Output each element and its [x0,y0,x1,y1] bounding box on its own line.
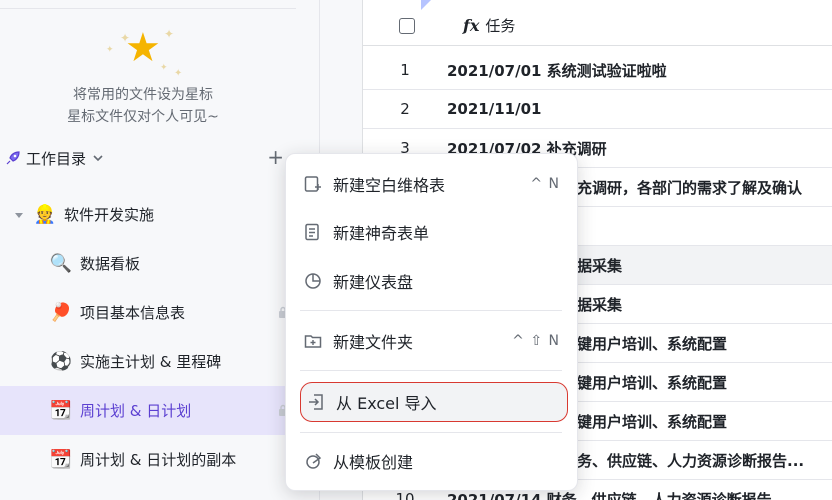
tree-item-label: 项目基本信息表 [80,304,186,322]
create-menu: 新建空白维格表 ^ N 新建神奇表单 新建仪表盘 新建文件夹 ^ ⇧ N 从 E… [285,153,578,491]
sparkle-icon: ✦ [174,68,183,79]
directory-header[interactable]: 工作目录 + [0,144,296,172]
tree-item-label: 周计划 & 日计划的副本 [80,451,237,469]
menu-item-import-excel[interactable]: 从 Excel 导入 [300,382,568,422]
directory-label: 工作目录 [26,149,87,168]
template-icon [306,453,322,469]
star-empty-state: ✦ ✦ ✦ ✦ ✦ ★ 将常用的文件设为星标 星标文件仅对个人可见~ [0,24,286,128]
sparkle-icon: ✦ [164,27,175,41]
sparkle-icon: ✦ [106,45,114,55]
soccer-ball-icon: ⚽ [49,351,73,372]
calendar-icon: 📆 [49,449,73,470]
tree-item-label: 周计划 & 日计划 [80,402,192,420]
menu-item-label: 新建文件夹 [333,333,414,352]
construction-worker-icon: 👷 [33,204,57,225]
rocket-icon [6,151,20,165]
sparkle-icon: ✦ [160,63,168,73]
formula-icon: fx [463,16,480,35]
caret-down-icon[interactable] [14,210,24,220]
sidebar: ✦ ✦ ✦ ✦ ✦ ★ 将常用的文件设为星标 星标文件仅对个人可见~ 工作目录 … [0,0,320,500]
table-row[interactable]: 1 2021/07/01 系统测试验证啦啦 [363,51,832,90]
divider [0,8,296,9]
star-hint-line1: 将常用的文件设为星标 [73,87,213,103]
tree-item-software-dev[interactable]: 👷 软件开发实施 [0,190,296,239]
menu-item-label: 从模板创建 [333,453,414,472]
form-icon [305,223,319,241]
menu-divider [300,432,562,433]
folder-add-icon [304,335,322,348]
menu-item-label: 新建空白维格表 [333,176,446,195]
star-illustration: ✦ ✦ ✦ ✦ ✦ ★ [98,24,188,84]
import-icon [309,394,323,410]
row-index: 10 [395,490,415,500]
header-corner-marker [421,0,431,10]
shortcut-hint: ^ ⇧ N [512,333,560,349]
tree-item-project-info[interactable]: 🏓 项目基本信息表 [0,288,296,337]
row-index: 2 [400,100,410,118]
new-sheet-icon [304,176,321,192]
task-cell[interactable]: 2021/11/01 [447,100,541,118]
dashboard-icon [305,273,321,289]
tree-item-weekly-plan-copy[interactable]: 📆 周计划 & 日计划的副本 [0,435,296,484]
menu-item-from-template[interactable]: 从模板创建 [298,443,568,479]
menu-item-new-form[interactable]: 新建神奇表单 [298,214,568,250]
magnifier-icon: 🔍 [49,253,73,274]
star-hint-line2: 星标文件仅对个人可见~ [67,109,219,125]
shortcut-hint: ^ N [530,176,560,192]
table-header: fx 任务 [363,0,832,46]
chevron-down-icon[interactable] [92,152,104,164]
menu-item-label: 从 Excel 导入 [336,394,437,413]
tree-item-label: 软件开发实施 [64,206,155,224]
menu-item-label: 新建神奇表单 [333,224,430,243]
add-icon[interactable]: + [267,147,284,167]
menu-item-new-folder[interactable]: 新建文件夹 ^ ⇧ N [298,323,568,359]
ping-pong-icon: 🏓 [49,302,73,323]
calendar-icon: 📆 [49,400,73,421]
tree-item-dashboard[interactable]: 🔍 数据看板 [0,239,296,288]
tree-item-weekly-plan[interactable]: 📆 周计划 & 日计划 [0,386,296,435]
tree-item-master-plan[interactable]: ⚽ 实施主计划 & 里程碑 [0,337,296,386]
menu-item-new-sheet[interactable]: 新建空白维格表 ^ N [298,166,568,202]
column-header-task[interactable]: 任务 [485,15,515,36]
tree-item-label: 实施主计划 & 里程碑 [80,353,222,371]
menu-item-label: 新建仪表盘 [333,273,414,292]
menu-item-new-dashboard[interactable]: 新建仪表盘 [298,263,568,299]
star-icon: ★ [125,25,161,71]
row-index: 1 [400,61,410,79]
menu-divider [300,310,562,311]
select-all-checkbox[interactable] [399,17,415,34]
tree-item-label: 数据看板 [80,255,141,273]
task-cell[interactable]: 2021/07/01 系统测试验证啦啦 [447,60,667,81]
table-row[interactable]: 2 2021/11/01 [363,90,832,129]
menu-divider [300,370,562,371]
